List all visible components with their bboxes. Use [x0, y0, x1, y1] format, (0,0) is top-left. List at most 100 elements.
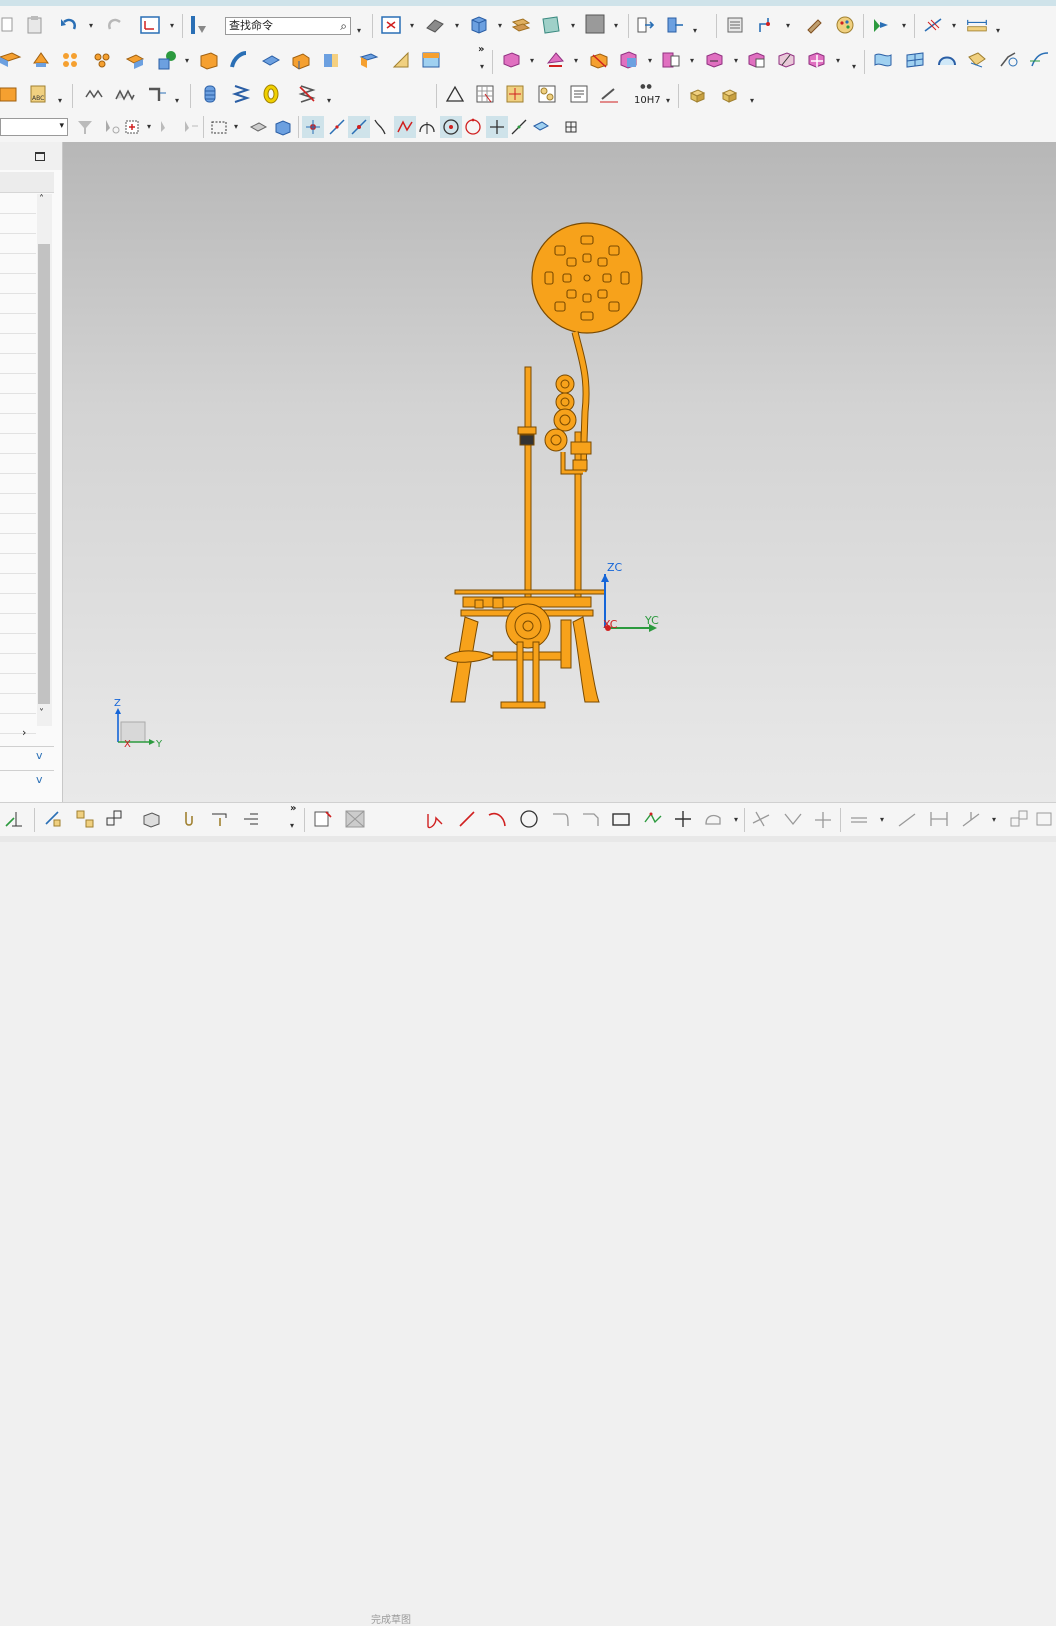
inferred-constraints-icon[interactable]	[42, 808, 64, 830]
tree-row[interactable]	[0, 254, 36, 274]
draft-icon[interactable]	[290, 49, 312, 71]
tree-row[interactable]	[0, 194, 36, 214]
info-icon[interactable]	[188, 14, 210, 36]
snap-quadrant-icon[interactable]	[462, 116, 484, 138]
sketch-chain-icon[interactable]	[178, 808, 200, 830]
geometric-constraint-icon[interactable]	[896, 808, 918, 830]
sketch-constraints-icon[interactable]	[4, 808, 26, 830]
dependencies-section[interactable]: v	[0, 746, 54, 769]
tree-row[interactable]	[0, 714, 36, 734]
replace-component-icon[interactable]	[776, 49, 798, 71]
tree-row[interactable]	[0, 674, 36, 694]
wave-spring-icon[interactable]	[84, 83, 106, 105]
sketch-more-dropdown[interactable]: ▾	[290, 821, 294, 830]
offset-curve-dropdown[interactable]: ▾	[880, 815, 884, 824]
through-curve-mesh-icon[interactable]	[904, 49, 926, 71]
assembly-constraint-dropdown[interactable]: ▾	[574, 56, 578, 65]
section-view-icon[interactable]	[540, 14, 562, 36]
selection-scope-icon[interactable]	[180, 116, 202, 138]
redo-icon[interactable]	[104, 14, 126, 36]
tree-row[interactable]	[0, 234, 36, 254]
wave-geometry-linker-icon[interactable]	[618, 49, 640, 71]
assembly-constraint-icon[interactable]	[544, 49, 566, 71]
offset-face-icon[interactable]	[320, 49, 342, 71]
corrugated-sheet-icon[interactable]	[114, 83, 136, 105]
sketch-offset-icon[interactable]	[104, 808, 126, 830]
mirror-assembly-icon[interactable]	[588, 49, 610, 71]
sketch-relations-icon[interactable]	[74, 808, 96, 830]
move-assembly-component-icon[interactable]	[806, 49, 828, 71]
delete-spring-icon[interactable]	[296, 83, 318, 105]
paste-icon[interactable]	[24, 14, 46, 36]
feature-select-icon[interactable]	[248, 116, 270, 138]
mixer-base[interactable]	[444, 589, 606, 709]
filter-icon[interactable]	[74, 116, 96, 138]
auto-balloon-icon[interactable]	[536, 83, 558, 105]
shell-icon[interactable]	[260, 49, 282, 71]
tree-row[interactable]	[0, 414, 36, 434]
general-selection-filter-icon[interactable]	[102, 116, 124, 138]
wcs-icon[interactable]	[139, 14, 161, 36]
grid-snap-icon[interactable]	[560, 116, 582, 138]
measure-distance-icon[interactable]	[964, 14, 990, 36]
snap-intersection-icon[interactable]	[486, 116, 508, 138]
background-dropdown[interactable]: ▾	[614, 21, 618, 30]
show-constraints-icon[interactable]	[960, 808, 982, 830]
scroll-thumb[interactable]	[38, 244, 50, 704]
unite-icon[interactable]	[124, 49, 146, 71]
view-orientation-dropdown[interactable]: ▾	[498, 21, 502, 30]
sequence-icon[interactable]	[704, 49, 726, 71]
snap-curve-icon[interactable]	[370, 116, 392, 138]
thicken-icon[interactable]	[358, 49, 380, 71]
trim-body-icon[interactable]	[390, 49, 412, 71]
revolve-icon[interactable]	[30, 49, 52, 71]
tree-row[interactable]	[0, 494, 36, 514]
circle-icon[interactable]	[518, 808, 540, 830]
sketch-draft-icon[interactable]	[208, 808, 230, 830]
riser-pipe[interactable]	[574, 431, 582, 603]
section-view-dropdown[interactable]: ▾	[571, 21, 575, 30]
select-filter-dropdown[interactable]: ▾	[902, 21, 906, 30]
make-corner-icon[interactable]	[812, 808, 834, 830]
sweep-icon[interactable]	[228, 49, 250, 71]
studio-surface-icon[interactable]	[936, 49, 958, 71]
patch-surface-icon[interactable]	[1028, 49, 1050, 71]
tree-row[interactable]	[0, 594, 36, 614]
search-icon[interactable]: ⌕	[340, 18, 347, 34]
undo-icon[interactable]	[58, 14, 80, 36]
tree-row[interactable]	[0, 474, 36, 494]
surface-through-curves-icon[interactable]	[872, 49, 894, 71]
bend-icon[interactable]	[146, 83, 168, 105]
offset-curve-icon[interactable]	[848, 808, 870, 830]
details-section[interactable]: v	[0, 770, 54, 793]
profile-icon[interactable]	[424, 808, 446, 830]
polygon-icon[interactable]	[642, 808, 664, 830]
text-note-dropdown[interactable]: ▾	[58, 96, 62, 105]
snap-point-dropdown[interactable]: ▾	[786, 21, 790, 30]
reposition-dropdown[interactable]: ▾	[693, 26, 697, 35]
maximize-icon[interactable]	[35, 152, 45, 161]
spline-dropdown[interactable]: ▾	[734, 815, 738, 824]
precision-fit-dropdown[interactable]: ▾	[666, 96, 670, 105]
assembly-overflow-dropdown[interactable]: ▾	[852, 62, 856, 71]
standard-parts-icon[interactable]	[720, 83, 742, 105]
reposition-icon[interactable]	[664, 14, 686, 36]
add-component-dropdown[interactable]: ▾	[530, 56, 534, 65]
split-body-icon[interactable]	[420, 49, 442, 71]
tree-row[interactable]	[0, 574, 36, 594]
type-filter-select[interactable]: ▾	[0, 118, 68, 136]
render-style-dropdown[interactable]: ▾	[455, 21, 459, 30]
finish-sketch-icon[interactable]	[344, 808, 366, 830]
line-icon[interactable]	[456, 808, 478, 830]
clearance-analysis-icon[interactable]	[746, 49, 768, 71]
sketch-in-task-icon[interactable]	[140, 808, 162, 830]
snap-tangent-icon[interactable]	[394, 116, 416, 138]
wcs-dropdown[interactable]: ▾	[170, 21, 174, 30]
snap-on-face-icon[interactable]	[530, 116, 552, 138]
tree-row[interactable]	[0, 394, 36, 414]
text-note-icon[interactable]: ABC	[28, 83, 50, 105]
tree-row[interactable]	[0, 634, 36, 654]
block-icon[interactable]	[198, 49, 220, 71]
snap-midpoint-icon[interactable]	[348, 116, 370, 138]
studio-spline-icon[interactable]	[702, 808, 724, 830]
